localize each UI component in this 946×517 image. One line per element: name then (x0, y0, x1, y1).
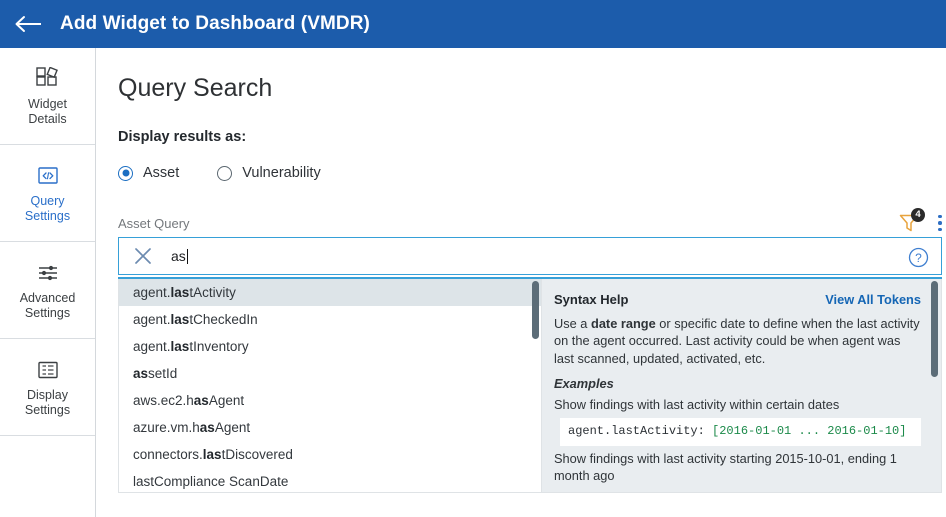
display-results-label: Display results as: (118, 129, 247, 145)
suggestion-suffix: tActivity (189, 285, 236, 300)
radio-option-vulnerability[interactable]: Vulnerability (217, 165, 321, 181)
example-2-text: Show findings with last activity startin… (554, 450, 897, 484)
sidebar-item-label: Advanced Settings (19, 290, 76, 320)
help-panel-scrollbar[interactable] (931, 281, 938, 377)
suggestion-prefix: agent. (133, 285, 171, 300)
suggestion-prefix: aws.ec2.h (133, 393, 194, 408)
suggestion-suffix: Agent (208, 393, 245, 408)
syntax-help-header: Syntax Help View All Tokens (554, 291, 921, 309)
suggestion-match: as (193, 393, 209, 408)
query-search-heading: Query Search (118, 74, 273, 102)
sidebar-item-label: Query Settings (24, 193, 71, 223)
syntax-help-description: Use a date range or specific date to def… (554, 315, 921, 368)
suggestion-suffix: Agent (214, 420, 251, 435)
suggestion-match: las (170, 285, 190, 300)
suggestion-suffix: setId (148, 366, 178, 381)
suggestion-prefix: agent. (133, 312, 171, 327)
suggestion-suffix: ompliance ScanDate (163, 474, 289, 489)
display-icon (35, 357, 61, 383)
suggestion-match: as (199, 420, 215, 435)
question-circle-icon[interactable]: ? (908, 247, 929, 268)
sidebar-item-advanced-settings[interactable]: Advanced Settings (0, 242, 95, 339)
asset-query-input[interactable]: as ? (118, 237, 942, 275)
examples-heading: Examples (554, 376, 614, 391)
sidebar-item-widget-details[interactable]: Widget Details (0, 48, 95, 145)
widgets-icon (35, 66, 61, 92)
example-1-text: Show findings with last activity within … (554, 396, 840, 412)
desc-emphasis: date range (591, 315, 656, 331)
filter-funnel-icon[interactable]: 4 (898, 208, 925, 234)
desc-prefix: Use a (554, 315, 591, 331)
sidebar-item-label: Widget Details (28, 96, 67, 126)
list-item[interactable]: azure.vm.h as Agent (119, 414, 541, 441)
code-icon (35, 163, 61, 189)
radio-label: Vulnerability (242, 165, 321, 181)
view-all-tokens-link[interactable]: View All Tokens (825, 291, 921, 309)
sidebar-item-query-settings[interactable]: Query Settings (0, 145, 95, 242)
suggestion-match: as (133, 366, 149, 381)
syntax-help-title: Syntax Help (554, 292, 629, 307)
radio-mark-icon (118, 165, 133, 181)
code-token-key: agent.lastActivity: (568, 424, 705, 438)
syntax-help-panel: Syntax Help View All Tokens Use a date r… (542, 279, 942, 493)
list-item[interactable]: aws.ec2.h as Agent (119, 387, 541, 414)
suggestion-prefix: azure.vm.h (133, 420, 200, 435)
sliders-icon (35, 260, 61, 286)
list-item[interactable]: connectors. las tDiscovered (119, 441, 541, 468)
list-item[interactable]: agent. las tInventory (119, 333, 541, 360)
suggestion-prefix: connectors. (133, 447, 203, 462)
code-token-value: [2016-01-01 ... 2016-01-10] (712, 424, 907, 438)
sidebar: Widget Details Query Settings Advanced S… (0, 48, 96, 517)
list-item[interactable]: agent. las tActivity (119, 279, 541, 306)
list-item[interactable]: agent. las tCheckedIn (119, 306, 541, 333)
app-header: Add Widget to Dashboard (VMDR) (0, 0, 946, 48)
suggestion-match: las (202, 447, 222, 462)
suggestion-suffix: tDiscovered (221, 447, 293, 462)
svg-text:?: ? (915, 251, 922, 265)
page-title: Add Widget to Dashboard (VMDR) (60, 13, 370, 34)
radio-mark-icon (217, 165, 233, 181)
sidebar-item-display-settings[interactable]: Display Settings (0, 339, 95, 436)
display-results-radio-group: Asset Vulnerability (118, 165, 946, 181)
asset-query-header-row: Asset Query 4 (118, 207, 942, 234)
filter-count-badge: 4 (911, 208, 925, 222)
kebab-menu-icon[interactable] (934, 213, 942, 234)
main-content: Query Search Display results as: Asset V… (96, 48, 946, 517)
asset-query-label: Asset Query (118, 216, 190, 231)
sidebar-item-label: Display Settings (24, 387, 71, 417)
asset-query-value-wrap: as (171, 248, 189, 264)
radio-label: Asset (143, 165, 180, 181)
autocomplete-and-help: agent. las tActivity agent. las tCheckedIn a… (118, 277, 942, 493)
body-container: Widget Details Query Settings Advanced S… (0, 48, 946, 517)
asset-query-value: as (171, 248, 186, 264)
example-1-code: agent.lastActivity: [2016-01-01 ... 2016… (560, 418, 921, 446)
list-item[interactable]: as setId (119, 360, 541, 387)
dropdown-scrollbar[interactable] (532, 281, 539, 339)
suggestion-prefix: lastC (133, 474, 164, 489)
back-arrow-icon[interactable] (14, 13, 44, 35)
radio-option-asset[interactable]: Asset (118, 165, 179, 181)
text-cursor (186, 248, 189, 264)
list-item[interactable]: lastC ompliance ScanDate (119, 468, 541, 492)
autocomplete-dropdown: agent. las tActivity agent. las tCheckedIn a… (118, 279, 542, 493)
suggestion-match: las (170, 312, 190, 327)
suggestion-suffix: tCheckedIn (189, 312, 258, 327)
suggestion-suffix: tInventory (189, 339, 249, 354)
close-x-icon[interactable] (133, 246, 153, 266)
query-header-actions: 4 (898, 208, 942, 234)
suggestion-match: las (170, 339, 190, 354)
suggestion-prefix: agent. (133, 339, 171, 354)
